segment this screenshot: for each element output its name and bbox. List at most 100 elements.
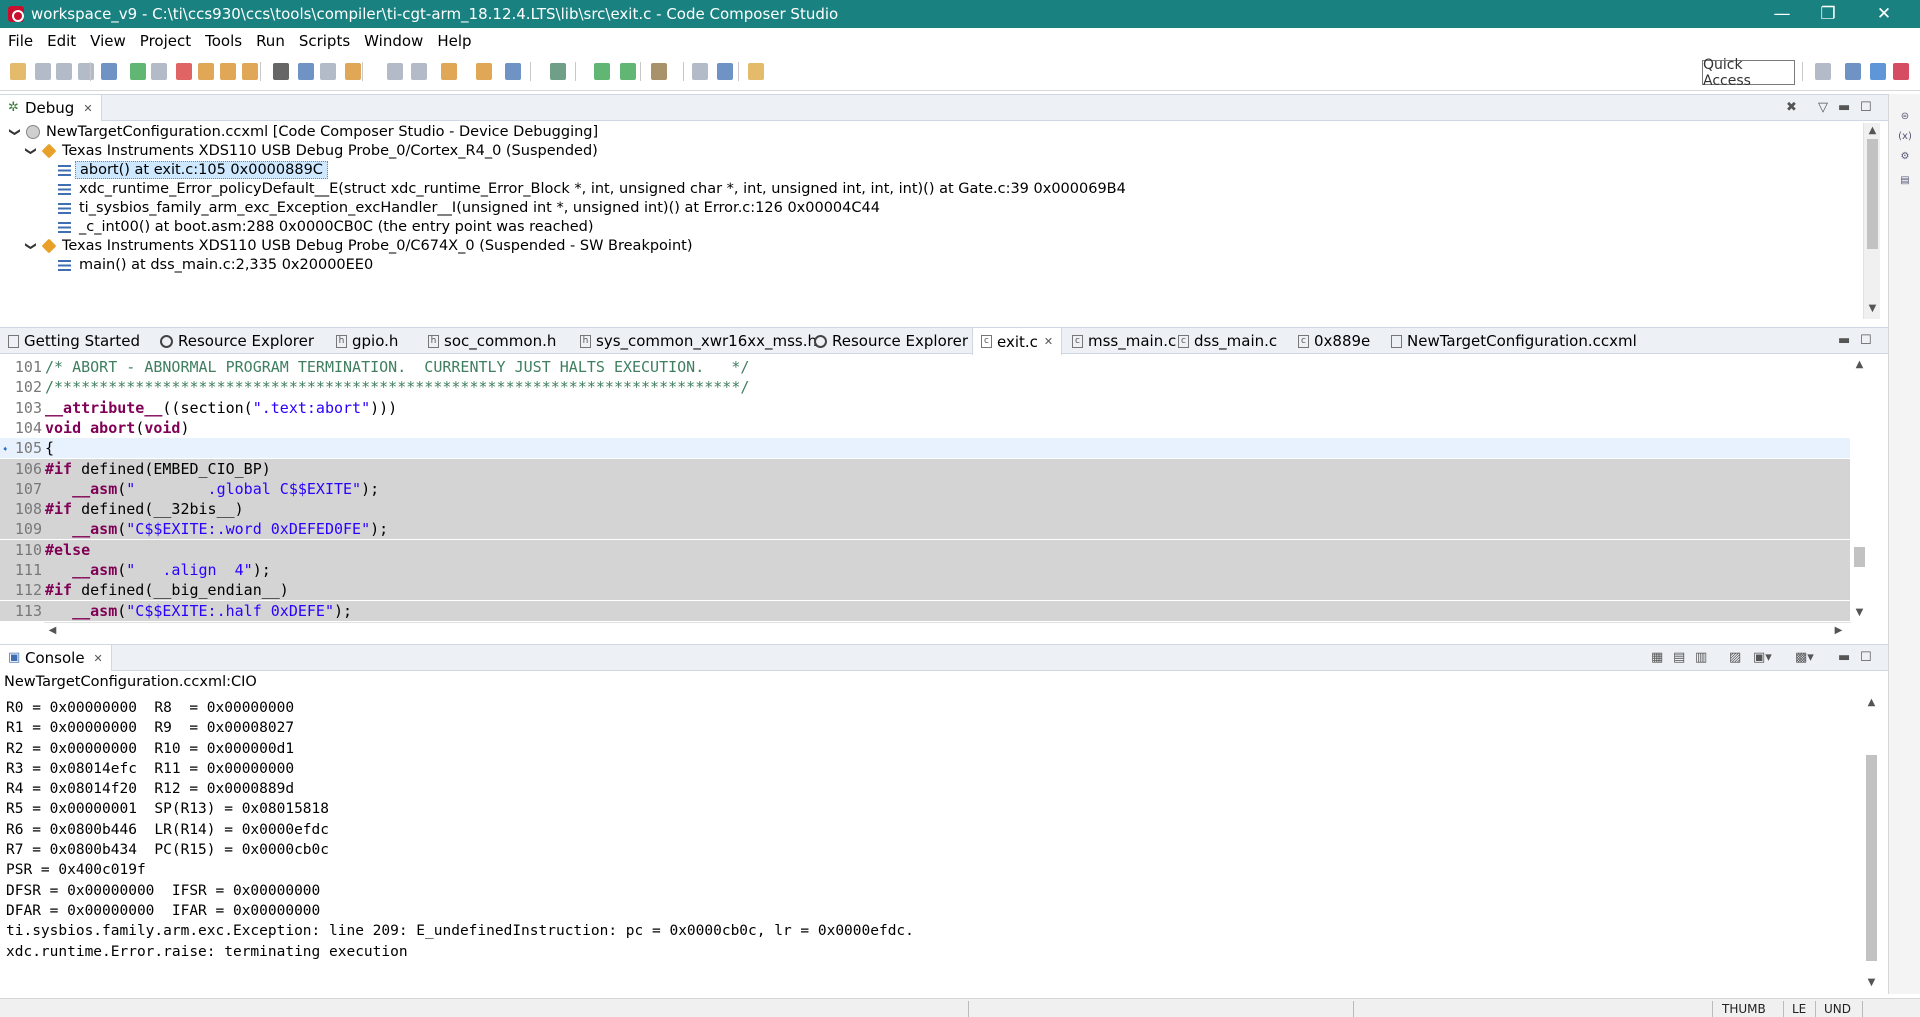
- terminate-icon[interactable]: [176, 63, 192, 80]
- menu-window[interactable]: Window: [357, 32, 430, 50]
- new-icon[interactable]: [10, 63, 26, 80]
- maximize-console-icon[interactable]: ☐: [1860, 650, 1872, 665]
- minimize-view-icon[interactable]: ▬: [1838, 100, 1850, 115]
- console-scrollbar[interactable]: ▲ ▼: [1863, 695, 1880, 993]
- step-into-icon[interactable]: [198, 63, 214, 80]
- code-line[interactable]: 106 #if defined(EMBED_CIO_BP): [0, 458, 1850, 479]
- breakpoints-icon[interactable]: ⊜: [1897, 110, 1913, 124]
- suspend-icon[interactable]: [151, 63, 167, 80]
- code-line[interactable]: 101/* ABORT - ABNORMAL PROGRAM TERMINATI…: [0, 357, 1850, 377]
- tools-icon[interactable]: [651, 63, 667, 80]
- close-icon[interactable]: ✕: [94, 652, 103, 665]
- registers-toolbar-icon[interactable]: [298, 63, 314, 80]
- restart-icon[interactable]: [345, 63, 361, 80]
- menu-run[interactable]: Run: [249, 32, 292, 50]
- scroll-up-icon[interactable]: ▲: [1864, 125, 1881, 136]
- stack-frame[interactable]: main() at dss_main.c:2,335 0x20000EE0: [58, 254, 373, 276]
- minimize-editor-icon[interactable]: ▬: [1838, 333, 1850, 348]
- pin-console-icon[interactable]: ▨: [1729, 650, 1741, 665]
- tab-console[interactable]: ▣ Console ✕: [0, 645, 112, 671]
- editor-tab-dss-main-c[interactable]: c dss_main.c: [1178, 328, 1277, 354]
- menu-scripts[interactable]: Scripts: [292, 32, 357, 50]
- minimize-console-icon[interactable]: ▬: [1838, 650, 1850, 665]
- breakpoint-icon[interactable]: [387, 63, 403, 80]
- debug-run-icon[interactable]: [620, 63, 636, 80]
- menu-edit[interactable]: Edit: [40, 32, 83, 50]
- expand-chevron-icon[interactable]: ❯: [25, 146, 38, 156]
- code-line[interactable]: 109 __asm("C$$EXITE:.word 0xDEFED0FE");: [0, 519, 1850, 540]
- scroll-thumb[interactable]: [1854, 547, 1865, 567]
- expand-chevron-icon[interactable]: ❯: [25, 241, 38, 251]
- search-icon[interactable]: [717, 63, 733, 80]
- scroll-up-icon[interactable]: ▲: [1851, 359, 1868, 370]
- scroll-up-icon[interactable]: ▲: [1863, 697, 1880, 708]
- scroll-thumb[interactable]: [1866, 755, 1877, 961]
- view-menu-icon[interactable]: ▽: [1818, 100, 1828, 115]
- save-icon[interactable]: [35, 63, 51, 80]
- console-output[interactable]: R0 = 0x00000000 R8 = 0x00000000 R1 = 0x00…: [6, 698, 1856, 962]
- remove-all-terminated-icon[interactable]: ✖: [1786, 100, 1797, 115]
- code-line[interactable]: 113 __asm("C$$EXITE:.half 0xDEFE");: [0, 600, 1850, 621]
- close-window-button[interactable]: ✕: [1861, 0, 1907, 28]
- ccs-debug-perspective-icon[interactable]: [1870, 63, 1886, 80]
- external-tools-icon[interactable]: [692, 63, 708, 80]
- open-perspective-icon[interactable]: [748, 63, 764, 80]
- code-line[interactable]: ➧ 105{: [0, 438, 1850, 459]
- memory-icon[interactable]: [273, 63, 289, 80]
- save-all-icon[interactable]: [56, 63, 72, 80]
- variables-icon[interactable]: (x): [1897, 130, 1913, 144]
- code-line[interactable]: 110 #else: [0, 539, 1850, 560]
- print-icon[interactable]: [78, 63, 94, 80]
- reset-icon[interactable]: [476, 63, 492, 80]
- code-line[interactable]: 111 __asm(" .align 4");: [0, 560, 1850, 580]
- close-icon[interactable]: ✕: [83, 102, 92, 115]
- maximize-view-icon[interactable]: ☐: [1860, 100, 1872, 115]
- menu-project[interactable]: Project: [133, 32, 198, 50]
- open-perspective-button-icon[interactable]: [1815, 63, 1831, 80]
- scroll-down-icon[interactable]: ▼: [1851, 607, 1868, 618]
- expressions-icon[interactable]: ⚙: [1897, 150, 1913, 164]
- editor-tab-soc-common-h[interactable]: h soc_common.h: [428, 328, 556, 354]
- scroll-right-icon[interactable]: ▶: [1830, 625, 1847, 636]
- code-line[interactable]: 107 __asm(" .global C$$EXITE");: [0, 478, 1850, 499]
- clear-console-icon[interactable]: ▦: [1651, 650, 1663, 665]
- editor-tab-0x889e[interactable]: c 0x889e: [1298, 328, 1370, 354]
- word-wrap-icon[interactable]: ▥: [1695, 650, 1707, 665]
- editor-tab-sys-common-xwr16xx-mss-h[interactable]: h sys_common_xwr16xx_mss.h: [580, 328, 817, 354]
- build-icon[interactable]: [550, 63, 566, 80]
- editor-tab-gpio-h[interactable]: h gpio.h: [336, 328, 398, 354]
- code-line[interactable]: 103 __attribute__((section(".text:abort")…: [0, 398, 1850, 418]
- quick-access-field[interactable]: Quick Access: [1702, 57, 1795, 89]
- display-console-icon[interactable]: ▣▾: [1753, 650, 1772, 665]
- step-over-icon[interactable]: [220, 63, 236, 80]
- scroll-down-icon[interactable]: ▼: [1863, 977, 1880, 988]
- editor-tab-getting-started[interactable]: Getting Started: [8, 328, 140, 354]
- ccs-edit-perspective-icon[interactable]: [1845, 63, 1861, 80]
- connect-icon[interactable]: [505, 63, 521, 80]
- restore-button[interactable]: ❐: [1805, 0, 1851, 28]
- editor-tab-resource-explorer[interactable]: Resource Explorer: [814, 328, 968, 354]
- editor-hscrollbar[interactable]: ◀ ▶: [44, 622, 1851, 639]
- registers-icon[interactable]: ▤: [1897, 174, 1913, 188]
- editor-tab-mss-main-c[interactable]: c mss_main.c: [1072, 328, 1176, 354]
- menu-tools[interactable]: Tools: [198, 32, 249, 50]
- editor-scrollbar[interactable]: ▲ ▼: [1851, 355, 1868, 622]
- maximize-editor-icon[interactable]: ☐: [1860, 333, 1872, 348]
- tab-debug[interactable]: ✲ Debug ✕: [0, 95, 102, 121]
- menu-view[interactable]: View: [83, 32, 133, 50]
- scroll-left-icon[interactable]: ◀: [44, 625, 61, 636]
- step-return-icon[interactable]: [242, 63, 258, 80]
- code-line[interactable]: 112 #if defined(__big_endian__): [0, 580, 1850, 601]
- hardware-breakpoint-icon[interactable]: [411, 63, 427, 80]
- code-editor[interactable]: 101/* ABORT - ABNORMAL PROGRAM TERMINATI…: [0, 357, 1850, 622]
- open-console-icon[interactable]: ▩▾: [1795, 650, 1814, 665]
- menu-help[interactable]: Help: [430, 32, 478, 50]
- scroll-down-icon[interactable]: ▼: [1864, 303, 1881, 314]
- run-icon[interactable]: [594, 63, 610, 80]
- editor-tab-resource-explorer[interactable]: Resource Explorer: [160, 328, 314, 354]
- editor-tab-newtargetconfiguration-ccxml[interactable]: NewTargetConfiguration.ccxml: [1391, 328, 1637, 354]
- minimize-button[interactable]: —: [1759, 0, 1805, 28]
- code-line[interactable]: 102/************************************…: [0, 377, 1850, 397]
- link-icon[interactable]: [320, 63, 336, 80]
- expand-chevron-icon[interactable]: ❯: [9, 127, 22, 137]
